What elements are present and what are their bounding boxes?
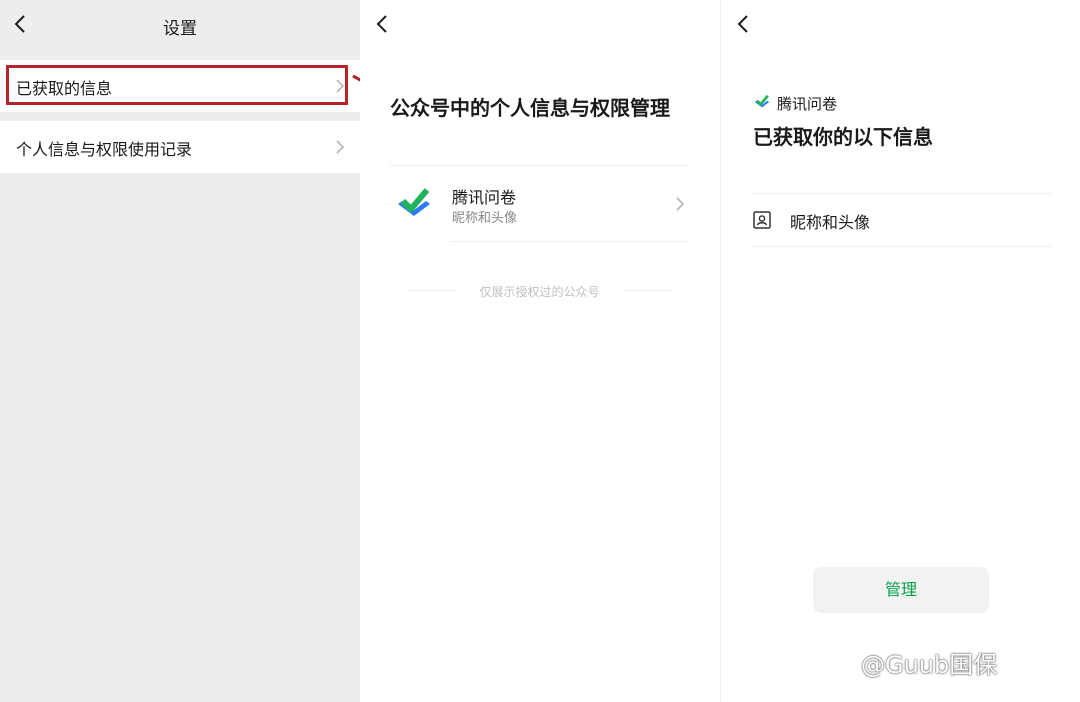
back-icon[interactable]	[733, 10, 755, 38]
manage-button[interactable]: 管理	[813, 567, 989, 613]
acquired-info-panel: 腾讯问卷 已获取你的以下信息 昵称和头像 管理 @Guub国保	[720, 0, 1080, 702]
page-title: 已获取你的以下信息	[753, 125, 933, 149]
info-label: 昵称和头像	[790, 213, 871, 232]
divider	[753, 246, 1051, 247]
chevron-right-icon	[676, 197, 685, 211]
divider	[624, 290, 672, 291]
divider	[452, 241, 688, 242]
tencent-survey-logo-icon	[398, 188, 430, 216]
tencent-survey-logo-icon	[754, 94, 770, 108]
watermark: @Guub国保	[861, 651, 998, 679]
person-card-icon	[753, 211, 771, 229]
menu-item-label: 个人信息与权限使用记录	[16, 140, 193, 159]
highlight-box	[6, 65, 348, 105]
divider	[753, 193, 1051, 194]
app-name: 腾讯问卷	[777, 95, 838, 113]
back-icon[interactable]	[372, 10, 394, 38]
menu-item-permission-records[interactable]: 个人信息与权限使用记录	[0, 121, 360, 173]
settings-panel: 设置 已获取的信息 个人信息与权限使用记录	[0, 0, 360, 702]
page-title: 设置	[163, 19, 197, 39]
app-permission: 昵称和头像	[452, 211, 518, 226]
app-name: 腾讯问卷	[452, 188, 517, 207]
official-account-permissions-panel: 公众号中的个人信息与权限管理 腾讯问卷 昵称和头像 仅展示授权过的公众号	[360, 0, 719, 702]
chevron-right-icon	[336, 140, 345, 154]
footnote: 仅展示授权过的公众号	[479, 285, 600, 299]
page-title: 公众号中的个人信息与权限管理	[390, 96, 670, 120]
divider	[390, 165, 688, 166]
